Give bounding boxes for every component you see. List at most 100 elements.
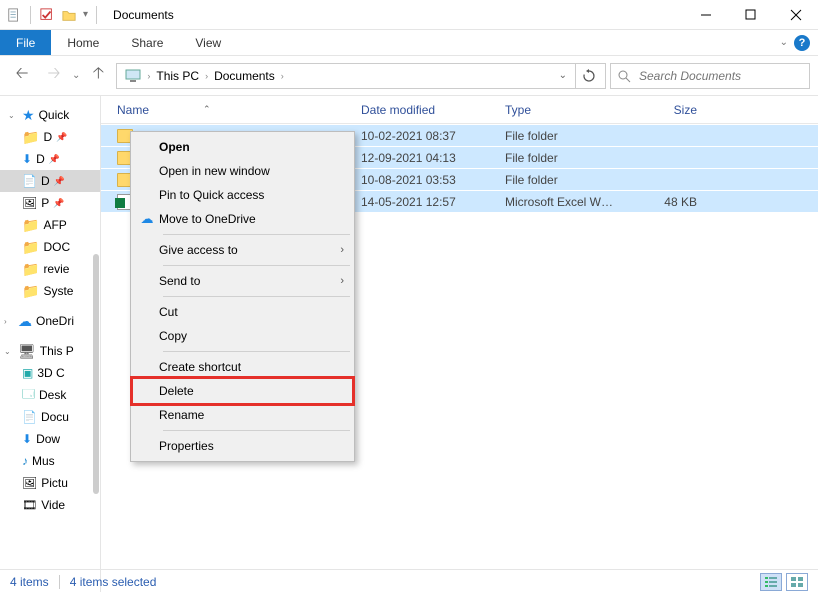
help-icon[interactable]: ? [794,35,810,51]
breadcrumb-thispc[interactable]: This PC [152,69,203,83]
sidebar-item-label: Syste [43,284,73,298]
ctx-open-new-window[interactable]: Open in new window [133,159,352,183]
recent-locations-icon[interactable]: ⌄ [72,70,80,81]
qat-folder-icon[interactable] [61,7,77,23]
desktop-icon: 🗔 [22,385,35,406]
folder-icon: 📁 [22,283,39,300]
sidebar-scrollbar[interactable] [92,104,100,584]
ctx-give-access[interactable]: Give access to› [133,238,352,262]
ribbon: File Home Share View ⌄ ? [0,30,818,56]
address-history-icon[interactable]: ⌄ [553,70,573,81]
sidebar-item-d3[interactable]: 📄D📌 [0,170,100,192]
sidebar-item-videos[interactable]: 🎞Vide [0,494,100,516]
file-tab[interactable]: File [0,30,51,55]
column-header-name[interactable]: Name⌃ [101,103,361,117]
file-date: 12-09-2021 04:13 [361,151,505,165]
chevron-right-icon[interactable]: › [281,71,284,81]
folder-icon: 📁 [22,217,39,234]
sidebar-item-label: P [41,196,49,210]
breadcrumb-documents[interactable]: Documents [210,69,279,83]
minimize-button[interactable] [683,0,728,30]
ctx-cut[interactable]: Cut [133,300,352,324]
chevron-right-icon[interactable]: › [205,71,208,81]
share-tab[interactable]: Share [115,30,179,55]
ribbon-expand-icon[interactable]: ⌄ [780,37,788,48]
file-date: 10-02-2021 08:37 [361,129,505,143]
cloud-icon: ☁ [135,211,159,227]
close-button[interactable] [773,0,818,30]
view-tab[interactable]: View [179,30,237,55]
pin-icon: 📌 [54,176,65,187]
sidebar-item-label: D [36,152,45,166]
breadcrumb[interactable]: › This PC › Documents › ⌄ [116,63,606,89]
file-type: File folder [505,173,625,187]
sidebar-item-afp[interactable]: 📁 AFP [0,214,100,236]
sidebar-item-doc[interactable]: 📁DOC [0,236,100,258]
sidebar-item-system[interactable]: 📁 Syste [0,280,100,302]
view-large-icons-button[interactable] [786,573,808,591]
refresh-button[interactable] [575,64,601,88]
pc-icon: 🖥 [18,343,36,360]
ctx-open[interactable]: Open [133,135,352,159]
column-header-size[interactable]: Size [625,103,705,117]
videos-icon: 🎞 [22,498,37,512]
file-date: 10-08-2021 03:53 [361,173,505,187]
up-button[interactable]: 🡡 [84,62,112,90]
downloads-icon: ⬇ [22,432,32,446]
back-button[interactable]: 🡠 [8,62,36,90]
sidebar-item-pictures[interactable]: 🖼Pictu [0,472,100,494]
chevron-right-icon[interactable]: › [147,71,150,81]
ctx-rename[interactable]: Rename [133,403,352,427]
sidebar-item-3d[interactable]: ▣ 3D C [0,362,100,384]
ctx-copy[interactable]: Copy [133,324,352,348]
pictures-icon: 🖼 [22,476,37,490]
sidebar-item-review[interactable]: 📁revie [0,258,100,280]
ctx-move-onedrive[interactable]: ☁Move to OneDrive [133,207,352,231]
home-tab[interactable]: Home [51,30,115,55]
music-icon: ♪ [22,454,28,468]
cube-icon: ▣ [22,366,33,380]
ctx-label: Pin to Quick access [159,188,264,202]
sidebar-item-documents[interactable]: 📄Docu [0,406,100,428]
sidebar-item-label: Mus [32,454,55,468]
sidebar-item-label: This P [40,344,74,358]
chevron-right-icon: › [340,244,344,256]
column-header-type[interactable]: Type [505,103,625,117]
cloud-icon: ☁ [18,313,32,330]
sidebar-item-label: 3D C [37,366,64,380]
sidebar-item-d2[interactable]: ⬇D📌 [0,148,100,170]
ctx-pin-quick-access[interactable]: Pin to Quick access [133,183,352,207]
ctx-label: Open in new window [159,164,270,178]
view-details-button[interactable] [760,573,782,591]
sidebar-item-p[interactable]: 🖼P📌 [0,192,100,214]
sidebar-item-d1[interactable]: 📁D📌 [0,126,100,148]
sidebar-item-music[interactable]: ♪ Mus [0,450,100,472]
qat-customize-icon[interactable]: ▾ [83,9,88,20]
status-item-count: 4 items [10,575,49,589]
ctx-label: Cut [159,305,178,319]
search-input[interactable] [637,68,803,84]
file-date: 14-05-2021 12:57 [361,195,505,209]
sidebar-item-downloads[interactable]: ⬇Dow [0,428,100,450]
ctx-send-to[interactable]: Send to› [133,269,352,293]
column-header-date[interactable]: Date modified [361,103,505,117]
ctx-properties[interactable]: Properties [133,434,352,458]
sidebar-item-thispc[interactable]: ⌄🖥This P [0,340,100,362]
pc-icon[interactable] [121,69,145,83]
ctx-label: Rename [159,408,204,422]
ctx-label: Move to OneDrive [159,212,256,226]
ctx-delete[interactable]: Delete [130,376,355,406]
ctx-label: Open [159,140,190,154]
sidebar-item-quick-access[interactable]: ⌄★Quick [0,104,100,126]
maximize-button[interactable] [728,0,773,30]
sidebar-item-desktop[interactable]: 🗔Desk [0,384,100,406]
sidebar-item-label: AFP [43,218,66,232]
ctx-label: Create shortcut [159,360,241,374]
downloads-icon: ⬇ [22,152,32,166]
search-box[interactable] [610,63,810,89]
star-icon: ★ [22,107,35,124]
qat-checkbox-icon[interactable] [39,7,55,23]
pin-icon: 📌 [53,198,64,209]
sidebar-item-onedrive[interactable]: ›☁OneDri [0,310,100,332]
sort-asc-icon: ⌃ [203,104,211,115]
